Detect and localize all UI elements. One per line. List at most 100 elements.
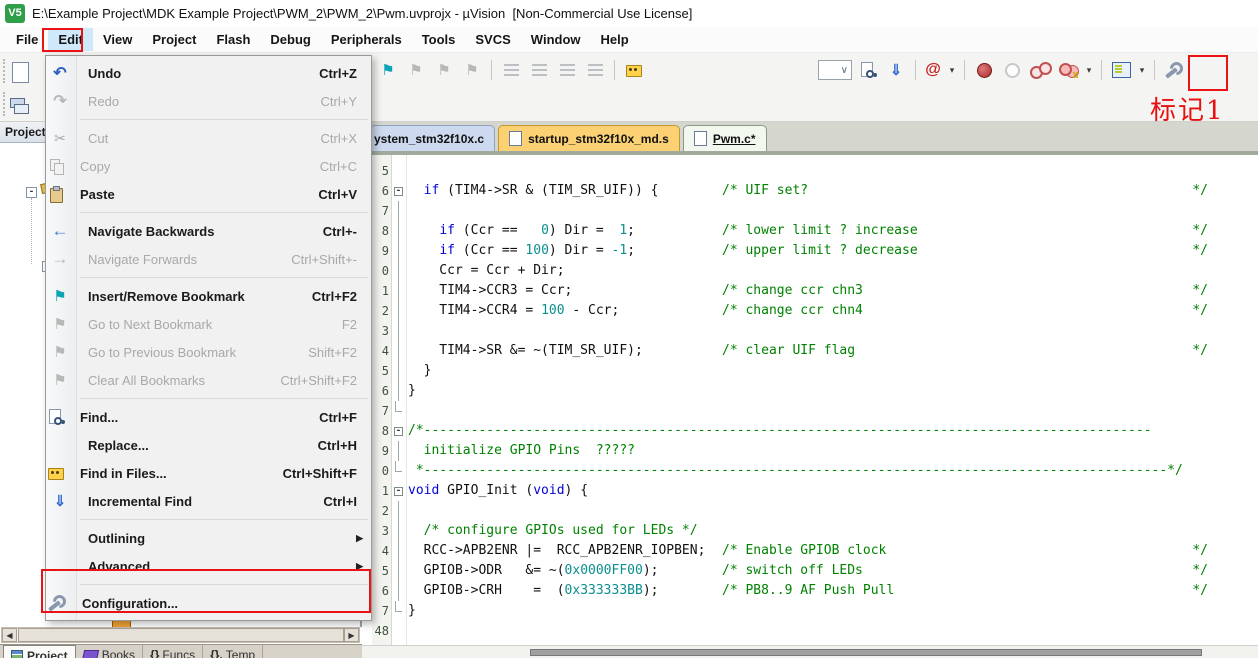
- find-icon: [46, 408, 66, 426]
- breakpoints-dropdown[interactable]: [1084, 65, 1094, 76]
- tab-startup-stm32f10x-md-s[interactable]: startup_stm32f10x_md.s: [498, 125, 680, 151]
- fold-bar-icon: [391, 541, 406, 561]
- disable-all-breakpoints-button[interactable]: [1028, 57, 1052, 83]
- cut-menu-item[interactable]: CutCtrl+X: [46, 124, 371, 152]
- next-bookmark-button[interactable]: [404, 57, 428, 83]
- tab-pwm-c[interactable]: Pwm.c*: [683, 125, 767, 151]
- undo-menu-item[interactable]: UndoCtrl+Z: [46, 59, 371, 87]
- menu-item-label: Outlining: [74, 531, 356, 546]
- project-horizontal-scrollbar[interactable]: ◀ ▶: [1, 627, 360, 643]
- paste-menu-item[interactable]: PasteCtrl+V: [46, 180, 371, 208]
- lookup-button[interactable]: [923, 57, 943, 83]
- flagg-icon: [46, 338, 74, 366]
- bottom-tab-funcs[interactable]: {}Funcs: [143, 645, 203, 658]
- menu-svcs[interactable]: SVCS: [465, 28, 520, 51]
- document-tab-bar: ystem_stm32f10x.cstartup_stm32f10x_md.sP…: [362, 122, 1258, 155]
- code-line: 8 if (Ccr == 0) Dir = 1; /* lower limit ?…: [372, 221, 1258, 241]
- lookup-dropdown[interactable]: [947, 65, 957, 76]
- line-number: 3: [372, 321, 391, 341]
- menu-project[interactable]: Project: [142, 28, 206, 51]
- code-text: if (Ccr == 0) Dir = 1;: [408, 221, 635, 241]
- replace-menu-item[interactable]: Replace...Ctrl+H: [46, 431, 371, 459]
- menu-peripherals[interactable]: Peripherals: [321, 28, 412, 51]
- uncomment-selection-button[interactable]: [583, 57, 607, 83]
- line-number: 2: [372, 501, 391, 521]
- line-number: 1: [372, 481, 391, 501]
- fold-box-icon: [391, 481, 406, 501]
- menu-item-shortcut: Ctrl+Shift+F2: [280, 373, 371, 388]
- scroll-left-arrow[interactable]: ◀: [2, 628, 17, 642]
- navigate-backwards-menu-item[interactable]: Navigate BackwardsCtrl+-: [46, 217, 371, 245]
- navigate-forwards-menu-item[interactable]: Navigate ForwardsCtrl+Shift+-: [46, 245, 371, 273]
- code-editor[interactable]: 56 if (TIM4->SR & (TIM_SR_UIF)) {/* UIF …: [362, 155, 1258, 645]
- menu-item-shortcut: Ctrl+Y: [321, 94, 371, 109]
- scroll-right-arrow[interactable]: ▶: [344, 628, 359, 642]
- tab-system-stm32f10x-c[interactable]: ystem_stm32f10x.c: [370, 125, 495, 151]
- tree-collapse-icon[interactable]: -: [26, 187, 37, 198]
- bottom-tab-project[interactable]: Project: [3, 645, 76, 658]
- insert-remove-bookmark-menu-item[interactable]: Insert/Remove BookmarkCtrl+F2: [46, 282, 371, 310]
- undo-icon: [46, 59, 74, 87]
- translate-button[interactable]: [7, 92, 31, 118]
- scrollbar-thumb[interactable]: [18, 628, 344, 642]
- kill-all-breakpoints-button[interactable]: [1056, 57, 1080, 83]
- menu-help[interactable]: Help: [591, 28, 639, 51]
- disable-breakpoint-button[interactable]: [1000, 57, 1024, 83]
- uncomment-icon: [588, 64, 603, 76]
- menu-item-shortcut: Ctrl+F2: [312, 289, 371, 304]
- at-search-icon: [919, 57, 947, 83]
- scrollbar-thumb[interactable]: [530, 649, 1202, 656]
- new-file-button[interactable]: [8, 59, 32, 85]
- indent-button[interactable]: [527, 57, 551, 83]
- goto-next-bookmark-menu-item[interactable]: Go to Next BookmarkF2: [46, 310, 371, 338]
- search-combo[interactable]: [818, 60, 852, 80]
- toggle-breakpoint-button[interactable]: [972, 57, 996, 83]
- outlining-menu-item[interactable]: Outlining▶: [46, 524, 371, 552]
- previous-bookmark-button[interactable]: [432, 57, 456, 83]
- menu-debug[interactable]: Debug: [260, 28, 320, 51]
- inline-comment: /* lower limit ? increase*/: [722, 221, 1208, 241]
- insert-remove-bookmark-button[interactable]: [376, 57, 400, 83]
- redo-menu-item[interactable]: RedoCtrl+Y: [46, 87, 371, 115]
- bottom-tab-temp[interactable]: {},Temp: [203, 645, 263, 658]
- code-line: 4 TIM4->SR &= ~(TIM_SR_UIF);/* clear UIF…: [372, 341, 1258, 361]
- windows-dropdown[interactable]: [1137, 65, 1147, 76]
- find-button[interactable]: [856, 57, 880, 83]
- clear-bookmarks-button[interactable]: [460, 57, 484, 83]
- inline-comment: /* change ccr chn3*/: [722, 281, 1208, 301]
- incremental-find-menu-item[interactable]: Incremental FindCtrl+I: [46, 487, 371, 515]
- code-text: TIM4->SR &= ~(TIM_SR_UIF);: [408, 341, 643, 361]
- configuration-button[interactable]: [1162, 57, 1186, 83]
- menu-item-label: Navigate Backwards: [74, 224, 323, 239]
- incremental-find-button[interactable]: [884, 57, 908, 83]
- menu-view[interactable]: View: [93, 28, 142, 51]
- translate-icon: [10, 97, 29, 114]
- menu-item-shortcut: Ctrl+F: [319, 410, 371, 425]
- menu-window[interactable]: Window: [521, 28, 591, 51]
- line-number: 8: [372, 221, 391, 241]
- menu-tools[interactable]: Tools: [412, 28, 466, 51]
- menu-item-shortcut: Ctrl+Shift+-: [291, 252, 371, 267]
- fold-bar-icon: [391, 201, 406, 221]
- find-in-files-menu-item[interactable]: Find in Files...Ctrl+Shift+F: [46, 459, 371, 487]
- find-in-files-icon: [624, 61, 644, 79]
- line-number: 2: [372, 301, 391, 321]
- edit-menu-popup: UndoCtrl+ZRedoCtrl+Y CutCtrl+XCopyCtrl+CP…: [45, 55, 372, 621]
- find-menu-item[interactable]: Find...Ctrl+F: [46, 403, 371, 431]
- comment-selection-button[interactable]: [555, 57, 579, 83]
- clear-all-bookmarks-menu-item[interactable]: Clear All BookmarksCtrl+Shift+F2: [46, 366, 371, 394]
- find-in-files-button[interactable]: [622, 57, 646, 83]
- code-line: 3: [372, 321, 1258, 341]
- unindent-button[interactable]: [499, 57, 523, 83]
- kill-breakpoints-icon: [1058, 62, 1079, 78]
- menu-flash[interactable]: Flash: [206, 28, 260, 51]
- fold-bar-icon: [391, 561, 406, 581]
- bottom-tab-books[interactable]: Books: [76, 645, 143, 658]
- editor-horizontal-scrollbar[interactable]: [362, 645, 1258, 658]
- line-number: 8: [372, 421, 391, 441]
- code-text: }: [408, 381, 416, 401]
- code-text: if (Ccr == 100) Dir = -1;: [408, 241, 635, 261]
- copy-menu-item[interactable]: CopyCtrl+C: [46, 152, 371, 180]
- goto-previous-bookmark-menu-item[interactable]: Go to Previous BookmarkShift+F2: [46, 338, 371, 366]
- windows-button[interactable]: [1109, 57, 1133, 83]
